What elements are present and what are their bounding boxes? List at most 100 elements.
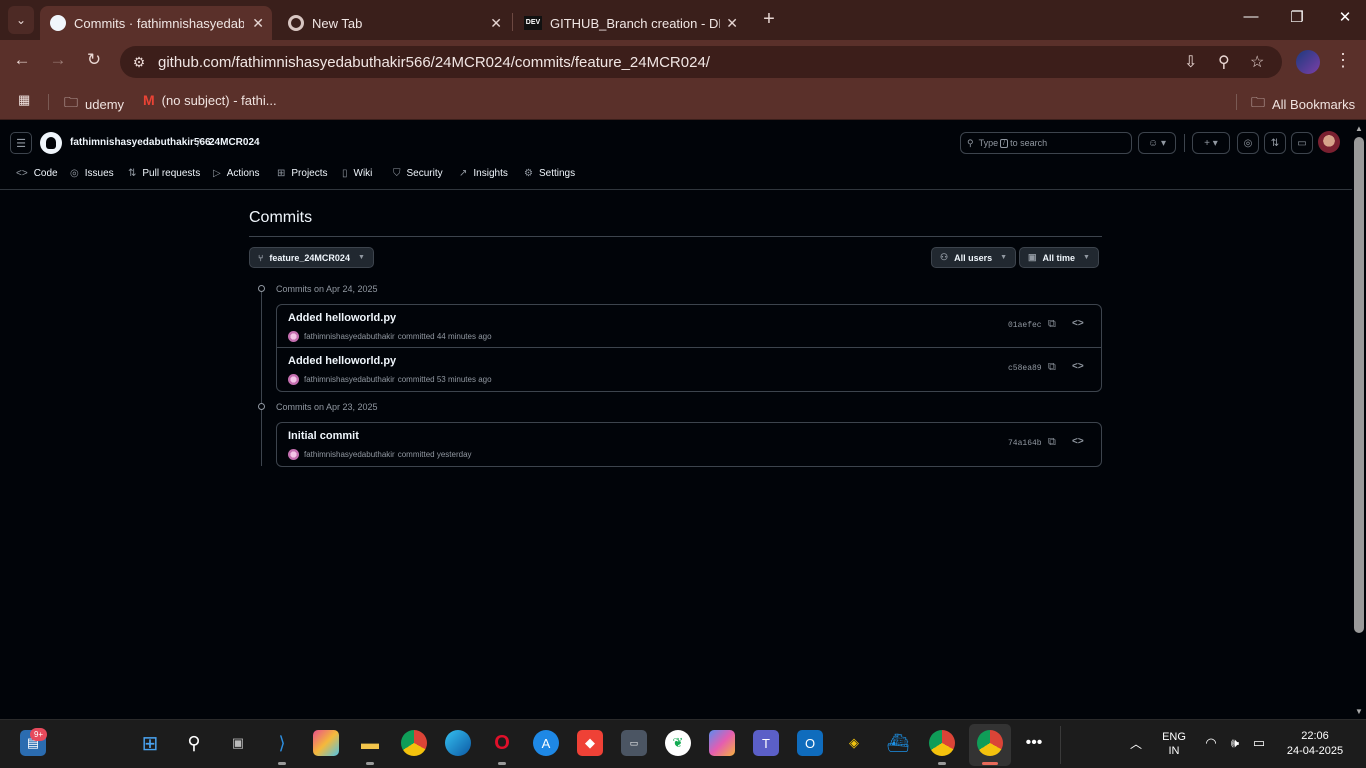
branch-select[interactable]: ⑂ feature_24MCR024 ▼ bbox=[249, 247, 374, 268]
url-text[interactable]: github.com/fathimnishasyedabuthakir566/2… bbox=[158, 54, 710, 71]
scroll-down-icon[interactable]: ▼ bbox=[1355, 707, 1363, 716]
copilot-icon[interactable] bbox=[709, 730, 735, 756]
close-icon[interactable]: ✕ bbox=[252, 15, 264, 32]
docker-icon[interactable]: ⛴ bbox=[885, 730, 911, 756]
apps-icon[interactable]: ▦ bbox=[18, 92, 30, 108]
avatar[interactable] bbox=[288, 331, 299, 342]
commit-sha[interactable]: 74a164b bbox=[1008, 439, 1042, 448]
file-explorer-icon[interactable]: ▬ bbox=[357, 730, 383, 756]
start-icon[interactable]: ⊞ bbox=[137, 730, 163, 756]
code-icon[interactable]: <> bbox=[1072, 361, 1084, 372]
restore-button[interactable]: ❐ bbox=[1282, 8, 1312, 26]
tab-dev[interactable]: DEV GITHUB_Branch creation - DEV ✕ bbox=[514, 6, 746, 40]
language-indicator[interactable]: ENG IN bbox=[1158, 731, 1190, 757]
avatar[interactable] bbox=[288, 449, 299, 460]
bookmark-udemy[interactable]: 🗀 udemy bbox=[64, 92, 124, 116]
commit-sha[interactable]: 01aefec bbox=[1008, 321, 1042, 330]
chrome-active-icon[interactable] bbox=[977, 730, 1003, 756]
tab-settings[interactable]: ⚙ Settings bbox=[524, 168, 575, 179]
commit-author[interactable]: fathimnishasyedabuthakir bbox=[304, 332, 395, 341]
teams-icon[interactable]: T bbox=[753, 730, 779, 756]
bookmark-star-icon[interactable]: ☆ bbox=[1250, 46, 1264, 78]
copy-icon[interactable]: ⧉ bbox=[1048, 318, 1056, 331]
search-input[interactable]: ⚲ Type / to search bbox=[960, 132, 1132, 154]
scroll-up-icon[interactable]: ▲ bbox=[1355, 124, 1363, 133]
app-store-icon[interactable]: A bbox=[533, 730, 559, 756]
browser-menu-icon[interactable]: ⋮ bbox=[1334, 50, 1352, 71]
tab-pull-requests[interactable]: ⇅ Pull requests bbox=[128, 168, 200, 179]
profile-avatar[interactable] bbox=[1296, 50, 1320, 74]
breadcrumb-repo[interactable]: 24MCR024 bbox=[209, 137, 260, 148]
bookmark-gmail[interactable]: M (no subject) - fathi... bbox=[143, 92, 277, 108]
new-tab-button[interactable]: + bbox=[758, 8, 780, 31]
github-logo-icon[interactable] bbox=[40, 132, 62, 154]
chrome-profile-icon[interactable] bbox=[929, 730, 955, 756]
forward-button[interactable]: → bbox=[46, 50, 70, 70]
users-filter[interactable]: ⚇ All users ▼ bbox=[931, 247, 1017, 268]
terminal-icon[interactable]: ▭ bbox=[621, 730, 647, 756]
tab-security[interactable]: ⛉ Security bbox=[393, 168, 443, 179]
tab-search-button[interactable]: ⌄ bbox=[8, 6, 34, 34]
close-window-button[interactable]: ✕ bbox=[1330, 8, 1360, 26]
copy-icon[interactable]: ⧉ bbox=[1048, 436, 1056, 449]
inbox-button[interactable]: ▭ bbox=[1291, 132, 1313, 154]
tab-commits[interactable]: Commits · fathimnishasyedabut ✕ bbox=[40, 6, 272, 40]
code-icon[interactable]: <> bbox=[1072, 436, 1084, 447]
tools-icon[interactable]: ◈ bbox=[841, 730, 867, 756]
chrome-icon[interactable] bbox=[401, 730, 427, 756]
tab-insights[interactable]: ↗ Insights bbox=[459, 168, 508, 179]
outlook-icon[interactable]: O bbox=[797, 730, 823, 756]
chevron-up-icon[interactable]: ︿ bbox=[1123, 730, 1149, 756]
opera-icon[interactable]: O bbox=[489, 730, 515, 756]
tab-new-tab[interactable]: New Tab ✕ bbox=[278, 6, 510, 40]
vscode-icon[interactable]: ⟩ bbox=[269, 730, 295, 756]
page-scrollbar[interactable]: ▲ ▼ bbox=[1352, 121, 1366, 719]
address-bar[interactable]: ⚙ github.com/fathimnishasyedabuthakir566… bbox=[120, 46, 1282, 78]
commit-author[interactable]: fathimnishasyedabuthakir bbox=[304, 450, 395, 459]
tab-label: Security bbox=[406, 168, 443, 179]
tab-actions[interactable]: ▷ Actions bbox=[213, 168, 260, 179]
copy-icon[interactable]: ⧉ bbox=[1048, 361, 1056, 374]
commit-title[interactable]: Added helloworld.py bbox=[288, 312, 396, 324]
battery-icon[interactable]: ▭ bbox=[1246, 730, 1272, 756]
commit-title[interactable]: Added helloworld.py bbox=[288, 355, 396, 367]
git-icon[interactable]: ◆ bbox=[577, 730, 603, 756]
commit-author[interactable]: fathimnishasyedabuthakir bbox=[304, 375, 395, 384]
mongodb-icon[interactable]: ❦ bbox=[665, 730, 691, 756]
zoom-icon[interactable]: ⚲ bbox=[1218, 46, 1230, 78]
tab-wiki[interactable]: ▯ Wiki bbox=[342, 168, 372, 179]
code-icon[interactable]: <> bbox=[1072, 318, 1084, 329]
close-icon[interactable]: ✕ bbox=[726, 15, 738, 32]
task-view-icon[interactable]: ▣ bbox=[225, 730, 251, 756]
issues-button[interactable]: ◎ bbox=[1237, 132, 1259, 154]
volume-icon[interactable]: 🕪 bbox=[1222, 730, 1248, 756]
time-filter[interactable]: ▣ All time ▼ bbox=[1019, 247, 1099, 268]
create-new-button[interactable]: + ▾ bbox=[1192, 132, 1230, 154]
close-icon[interactable]: ✕ bbox=[490, 15, 502, 32]
commit-row: Initial commit fathimnishasyedabuthakir … bbox=[277, 423, 1101, 466]
site-settings-icon[interactable]: ⚙ bbox=[124, 54, 154, 71]
tab-issues[interactable]: ◎ Issues bbox=[70, 168, 114, 179]
all-bookmarks[interactable]: 🗀 All Bookmarks bbox=[1251, 92, 1355, 116]
photos-icon[interactable] bbox=[313, 730, 339, 756]
tab-code[interactable]: <> Code bbox=[16, 168, 58, 179]
back-button[interactable]: ← bbox=[10, 50, 34, 70]
pull-requests-button[interactable]: ⇅ bbox=[1264, 132, 1286, 154]
breadcrumb-owner[interactable]: fathimnishasyedabuthakir566 bbox=[70, 137, 211, 148]
menu-button[interactable]: ☰ bbox=[10, 132, 32, 154]
reload-button[interactable]: ↻ bbox=[82, 50, 106, 70]
minimize-button[interactable]: — bbox=[1236, 8, 1266, 25]
avatar[interactable] bbox=[1318, 131, 1340, 153]
tab-projects[interactable]: ⊞ Projects bbox=[277, 168, 328, 179]
commit-title[interactable]: Initial commit bbox=[288, 430, 359, 442]
scrollbar-thumb[interactable] bbox=[1354, 137, 1364, 633]
wifi-icon[interactable]: ◠ bbox=[1198, 730, 1224, 756]
install-app-icon[interactable]: ⇩ bbox=[1184, 46, 1197, 78]
more-icon[interactable]: ••• bbox=[1021, 730, 1047, 756]
clock[interactable]: 22:06 24-04-2025 bbox=[1282, 730, 1348, 757]
copilot-button[interactable]: ☺ ▾ bbox=[1138, 132, 1176, 154]
search-icon[interactable]: ⚲ bbox=[181, 730, 207, 756]
edge-icon[interactable] bbox=[445, 730, 471, 756]
avatar[interactable] bbox=[288, 374, 299, 385]
commit-sha[interactable]: c58ea89 bbox=[1008, 364, 1042, 373]
